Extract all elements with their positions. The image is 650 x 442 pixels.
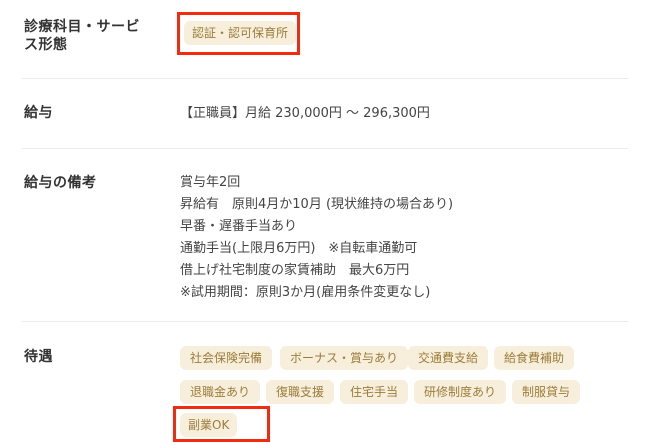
divider: [22, 321, 628, 322]
service-type-label-line2: ス形態: [24, 37, 68, 53]
salary-label: 給与: [24, 105, 53, 121]
salary-note-line: 通勤手当(上限月6万円) ※自転車通勤可: [180, 241, 418, 256]
salary-notes: 賞与年2回 昇給有 原則4月か10月 (現状維持の場合あり) 早番・遅番手当あり…: [180, 172, 453, 304]
salary-note-line: 賞与年2回: [180, 175, 241, 190]
benefits-label: 待遇: [24, 349, 53, 365]
benefit-tag: 研修制度あり: [414, 380, 507, 404]
salary-note-line: 借上げ社宅制度の家賃補助 最大6万円: [180, 263, 410, 278]
benefit-tag: 退職金あり: [180, 380, 261, 404]
benefit-tag: 交通費支給: [408, 346, 489, 370]
benefit-tag: 社会保険完備: [180, 346, 273, 370]
benefit-tag: 復職支援: [266, 380, 335, 404]
benefit-tag: 住宅手当: [340, 380, 409, 404]
salary-value: 【正職員】月給 230,000円 〜 296,300円: [180, 106, 430, 121]
divider: [22, 78, 628, 79]
benefit-tag: 制服貸与: [512, 380, 581, 404]
salary-note-line: 早番・遅番手当あり: [180, 219, 298, 234]
salary-notes-label: 給与の備考: [24, 175, 97, 191]
side-job-highlight: [173, 406, 270, 442]
benefit-tag: 給食費補助: [494, 346, 575, 370]
divider: [22, 148, 628, 149]
salary-note-line: ※試用期間：原則3か月(雇用条件変更なし): [180, 285, 431, 300]
service-type-highlight: [177, 12, 300, 55]
service-type-label-line1: 診療科目・サービ: [24, 19, 140, 35]
salary-note-line: 昇給有 原則4月か10月 (現状維持の場合あり): [180, 197, 454, 212]
benefit-tag: ボーナス・賞与あり: [280, 346, 409, 370]
service-type-label: 診療科目・サービ ス形態: [24, 18, 140, 54]
